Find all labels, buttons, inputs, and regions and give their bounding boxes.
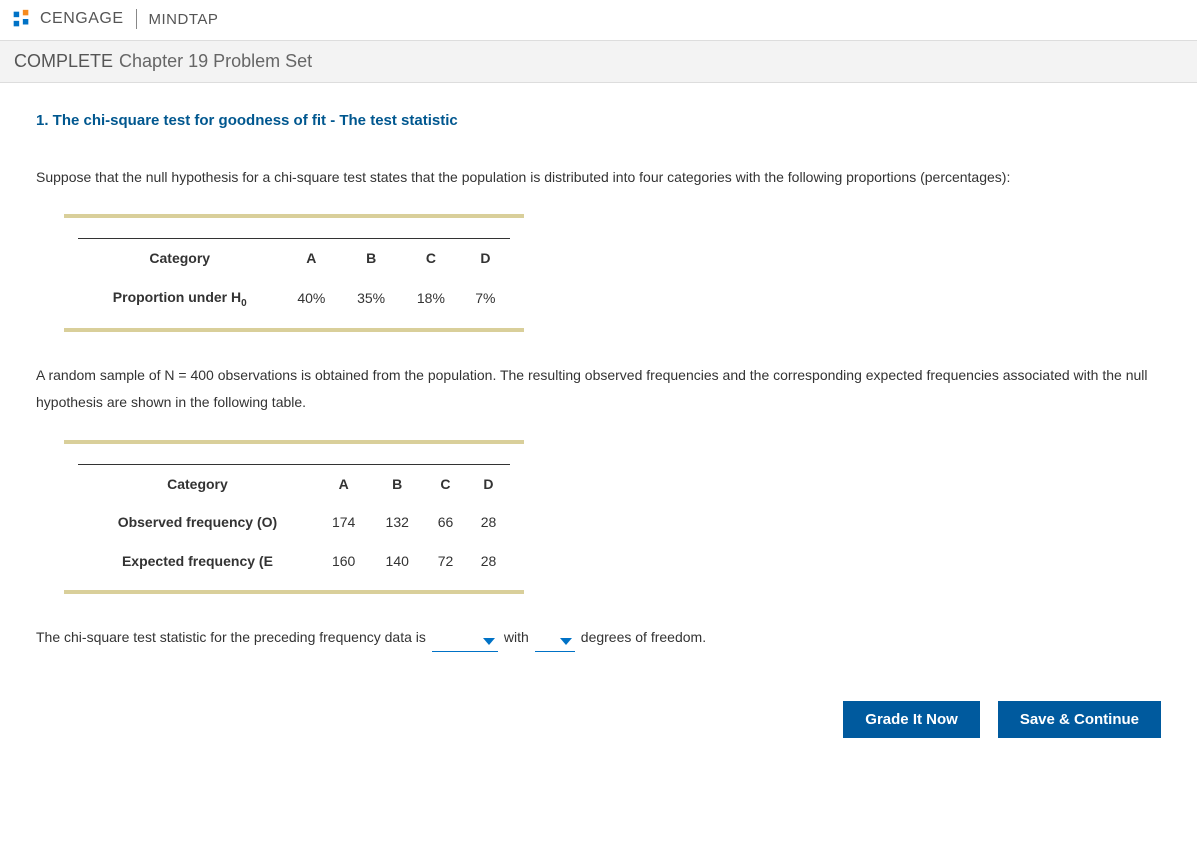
table1-header-label: Category <box>78 239 281 278</box>
table2-row1-label: Observed frequency (O) <box>78 503 317 542</box>
table2-col-c: C <box>424 464 467 503</box>
assignment-title: Chapter 19 Problem Set <box>119 51 312 72</box>
question-paragraph-2: A random sample of N = 400 observations … <box>36 362 1161 415</box>
fill-mid: with <box>504 624 529 651</box>
table1-col-b: B <box>341 239 401 278</box>
table1-row1-label-text: Proportion under H <box>113 289 241 305</box>
table2-row2-d: 28 <box>467 542 510 581</box>
table2-col-b: B <box>370 464 424 503</box>
cengage-logo-icon <box>10 8 32 30</box>
grade-it-now-button[interactable]: Grade It Now <box>843 701 980 738</box>
table1-cell-b: 35% <box>341 278 401 319</box>
table2-bottom-rule <box>64 590 524 594</box>
table1-cell-d: 7% <box>461 278 510 319</box>
table1-cell-a: 40% <box>281 278 341 319</box>
table2-header-label: Category <box>78 464 317 503</box>
table2-row2-c: 72 <box>424 542 467 581</box>
brand-sub: MINDTAP <box>149 11 219 28</box>
table1-col-d: D <box>461 239 510 278</box>
fill-post: degrees of freedom. <box>581 624 706 651</box>
table2-row1-c: 66 <box>424 503 467 542</box>
question-title: 1. The chi-square test for goodness of f… <box>36 107 1161 136</box>
table2-row1-b: 132 <box>370 503 424 542</box>
caret-down-icon <box>560 638 572 645</box>
table2-row1-a: 174 <box>317 503 371 542</box>
test-statistic-dropdown[interactable] <box>432 632 498 652</box>
table2-row1-d: 28 <box>467 503 510 542</box>
frequencies-table: Category A B C D Observed frequency (O) … <box>64 440 524 595</box>
brand-bar: CENGAGE MINDTAP <box>0 0 1197 40</box>
fill-pre: The chi-square test statistic for the pr… <box>36 624 426 651</box>
table2-col-d: D <box>467 464 510 503</box>
table1-row1-label: Proportion under H0 <box>78 278 281 319</box>
table2-row2-a: 160 <box>317 542 371 581</box>
table1-cell-c: 18% <box>401 278 461 319</box>
table2-row2-label: Expected frequency (E <box>78 542 317 581</box>
fill-sentence: The chi-square test statistic for the pr… <box>36 624 1161 651</box>
proportions-table: Category A B C D Proportion under H0 40%… <box>64 214 524 332</box>
table1-col-c: C <box>401 239 461 278</box>
brand-divider <box>136 9 137 29</box>
degrees-of-freedom-dropdown[interactable] <box>535 632 575 652</box>
assignment-header: COMPLETE Chapter 19 Problem Set <box>0 40 1197 83</box>
question-content: 1. The chi-square test for goodness of f… <box>0 83 1197 671</box>
table2-col-a: A <box>317 464 371 503</box>
table1-row1-label-sub: 0 <box>241 297 247 308</box>
assignment-status: COMPLETE <box>14 51 113 72</box>
brand-main: CENGAGE <box>40 10 124 28</box>
footer-buttons: Grade It Now Save & Continue <box>0 701 1161 738</box>
save-continue-button[interactable]: Save & Continue <box>998 701 1161 738</box>
table1-col-a: A <box>281 239 341 278</box>
caret-down-icon <box>483 638 495 645</box>
table-bottom-rule <box>64 328 524 332</box>
question-paragraph-1: Suppose that the null hypothesis for a c… <box>36 164 1161 191</box>
table2-row2-b: 140 <box>370 542 424 581</box>
